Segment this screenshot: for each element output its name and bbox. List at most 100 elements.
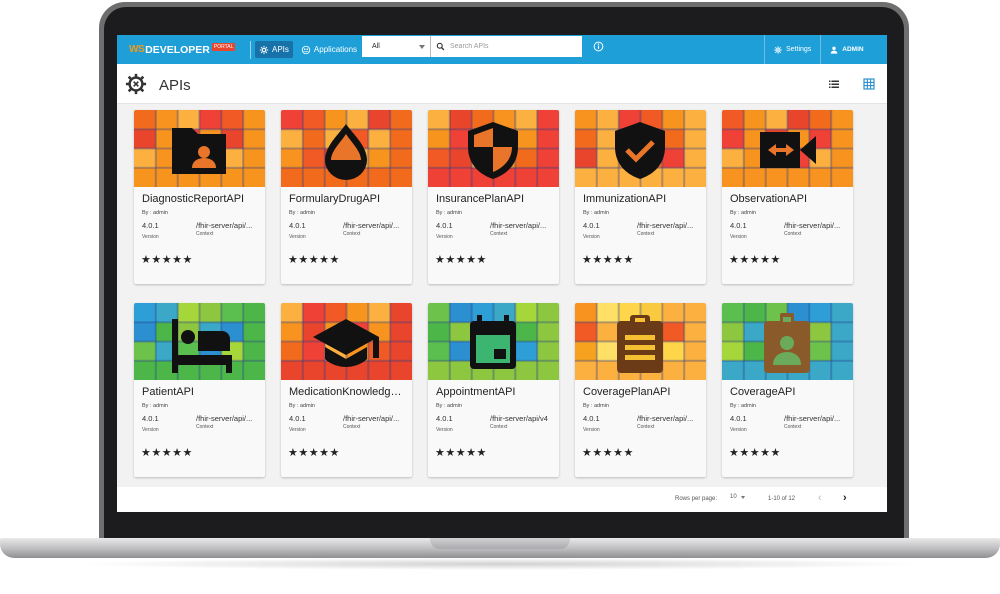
shield-check-icon bbox=[615, 122, 665, 179]
api-thumbnail[interactable] bbox=[134, 303, 265, 380]
info-icon[interactable] bbox=[593, 41, 604, 52]
star-rating[interactable]: ★★★★★ bbox=[582, 253, 634, 266]
nav-applications-button[interactable]: Applications bbox=[297, 41, 361, 58]
search-input[interactable] bbox=[450, 43, 580, 50]
api-thumbnail[interactable] bbox=[575, 303, 706, 380]
search-box bbox=[431, 36, 582, 57]
api-context-label: Context bbox=[490, 424, 508, 430]
app-bar: WS DEVELOPER PORTAL APIs Applications Al… bbox=[117, 35, 887, 64]
star-rating[interactable]: ★★★★★ bbox=[435, 253, 487, 266]
divider bbox=[250, 40, 251, 59]
grid-view-icon[interactable] bbox=[863, 78, 875, 90]
calendar-icon bbox=[470, 315, 516, 369]
search-icon bbox=[436, 42, 445, 51]
api-name[interactable]: CoverageAPI bbox=[730, 386, 848, 398]
star-rating[interactable]: ★★★★★ bbox=[288, 446, 340, 459]
api-thumbnail[interactable] bbox=[722, 303, 853, 380]
api-name[interactable]: CoveragePlanAPI bbox=[583, 386, 701, 398]
api-thumbnail[interactable] bbox=[428, 110, 559, 187]
id-badge-icon bbox=[764, 313, 810, 373]
star-rating[interactable]: ★★★★★ bbox=[141, 253, 193, 266]
api-context: /fhir-server/api/... bbox=[343, 414, 400, 423]
api-version: 4.0.1 bbox=[142, 414, 159, 423]
api-version-label: Version bbox=[142, 427, 159, 433]
portal-logo[interactable]: WS DEVELOPER PORTAL bbox=[117, 35, 250, 64]
api-card[interactable]: CoverageAPI By : admin 4.0.1/fhir-server/a… bbox=[722, 303, 853, 477]
user-menu-button[interactable]: ADMIN bbox=[821, 46, 872, 54]
logo-badge: PORTAL bbox=[211, 43, 236, 51]
api-card[interactable]: DiagnosticReportAPI By : admin 4.0.1/fhir-… bbox=[134, 110, 265, 284]
api-context-label: Context bbox=[196, 424, 214, 430]
api-thumbnail[interactable] bbox=[281, 303, 412, 380]
api-name[interactable]: DiagnosticReportAPI bbox=[142, 193, 260, 205]
settings-button[interactable]: Settings bbox=[765, 45, 820, 54]
star-rating[interactable]: ★★★★★ bbox=[435, 446, 487, 459]
api-context: /fhir-server/api/... bbox=[637, 221, 694, 230]
api-provider: By : admin bbox=[583, 210, 609, 216]
api-context: /fhir-server/api/... bbox=[784, 414, 841, 423]
pagination: Rows per page: 10 1-10 of 12 ‹ › bbox=[117, 487, 887, 512]
api-card[interactable]: AppointmentAPI By : admin 4.0.1/fhir-serve… bbox=[428, 303, 559, 477]
api-version-label: Version bbox=[730, 427, 747, 433]
page-heading: APIs bbox=[117, 64, 887, 104]
api-gear-icon bbox=[125, 73, 147, 95]
gear-icon bbox=[259, 45, 269, 54]
api-context-label: Context bbox=[490, 231, 508, 237]
api-thumbnail[interactable] bbox=[281, 110, 412, 187]
api-context: /fhir-server/api/... bbox=[637, 414, 694, 423]
nav-apis-button[interactable]: APIs bbox=[255, 41, 293, 58]
api-card[interactable]: PatientAPI By : admin 4.0.1/fhir-server/ap… bbox=[134, 303, 265, 477]
api-card[interactable]: FormularyDrugAPI By : admin 4.0.1/fhir-ser… bbox=[281, 110, 412, 284]
api-context: /fhir-server/api/... bbox=[196, 221, 253, 230]
api-name[interactable]: AppointmentAPI bbox=[436, 386, 554, 398]
page-range: 1-10 of 12 bbox=[768, 496, 796, 502]
api-name[interactable]: MedicationKnowledgeAPI bbox=[289, 386, 407, 398]
settings-gear-icon bbox=[774, 45, 782, 54]
api-thumbnail[interactable] bbox=[722, 110, 853, 187]
api-name[interactable]: ObservationAPI bbox=[730, 193, 848, 205]
star-rating[interactable]: ★★★★★ bbox=[288, 253, 340, 266]
user-label: ADMIN bbox=[842, 46, 864, 53]
api-thumbnail[interactable] bbox=[428, 303, 559, 380]
star-rating[interactable]: ★★★★★ bbox=[729, 253, 781, 266]
star-rating[interactable]: ★★★★★ bbox=[729, 446, 781, 459]
api-context: /fhir-server/api/... bbox=[784, 221, 841, 230]
api-context-label: Context bbox=[637, 231, 655, 237]
next-page-button[interactable]: › bbox=[843, 492, 847, 504]
api-card[interactable]: ObservationAPI By : admin 4.0.1/fhir-serve… bbox=[722, 110, 853, 284]
api-thumbnail[interactable] bbox=[134, 110, 265, 187]
laptop-shadow bbox=[70, 558, 930, 570]
api-card[interactable]: MedicationKnowledgeAPI By : admin 4.0.1/fh… bbox=[281, 303, 412, 477]
api-provider: By : admin bbox=[436, 403, 462, 409]
api-version-label: Version bbox=[289, 427, 306, 433]
star-rating[interactable]: ★★★★★ bbox=[141, 446, 193, 459]
rows-per-page-value: 10 bbox=[730, 494, 737, 500]
search-filter-select[interactable]: All bbox=[362, 36, 431, 57]
folder-user-icon bbox=[172, 128, 226, 174]
api-thumbnail[interactable] bbox=[575, 110, 706, 187]
applications-icon bbox=[301, 45, 311, 54]
api-name[interactable]: InsurancePlanAPI bbox=[436, 193, 554, 205]
rows-per-page-select[interactable]: 10 bbox=[730, 494, 745, 500]
api-card[interactable]: CoveragePlanAPI By : admin 4.0.1/fhir-serv… bbox=[575, 303, 706, 477]
api-name[interactable]: ImmunizationAPI bbox=[583, 193, 701, 205]
api-context: /fhir-server/api/... bbox=[343, 221, 400, 230]
api-version-label: Version bbox=[142, 234, 159, 240]
api-name[interactable]: PatientAPI bbox=[142, 386, 260, 398]
api-card[interactable]: InsurancePlanAPI By : admin 4.0.1/fhir-ser… bbox=[428, 110, 559, 284]
drop-icon bbox=[325, 124, 367, 180]
api-version-label: Version bbox=[583, 427, 600, 433]
api-version: 4.0.1 bbox=[730, 414, 747, 423]
api-provider: By : admin bbox=[730, 403, 756, 409]
graduation-cap-icon bbox=[313, 319, 379, 367]
list-view-icon[interactable] bbox=[828, 78, 840, 90]
video-arrows-icon bbox=[760, 132, 816, 168]
prev-page-button[interactable]: ‹ bbox=[818, 492, 822, 504]
rows-per-page-label: Rows per page: bbox=[675, 496, 718, 502]
api-version-label: Version bbox=[583, 234, 600, 240]
api-version: 4.0.1 bbox=[730, 221, 747, 230]
api-context-label: Context bbox=[784, 231, 802, 237]
api-card[interactable]: ImmunizationAPI By : admin 4.0.1/fhir-serv… bbox=[575, 110, 706, 284]
star-rating[interactable]: ★★★★★ bbox=[582, 446, 634, 459]
api-name[interactable]: FormularyDrugAPI bbox=[289, 193, 407, 205]
